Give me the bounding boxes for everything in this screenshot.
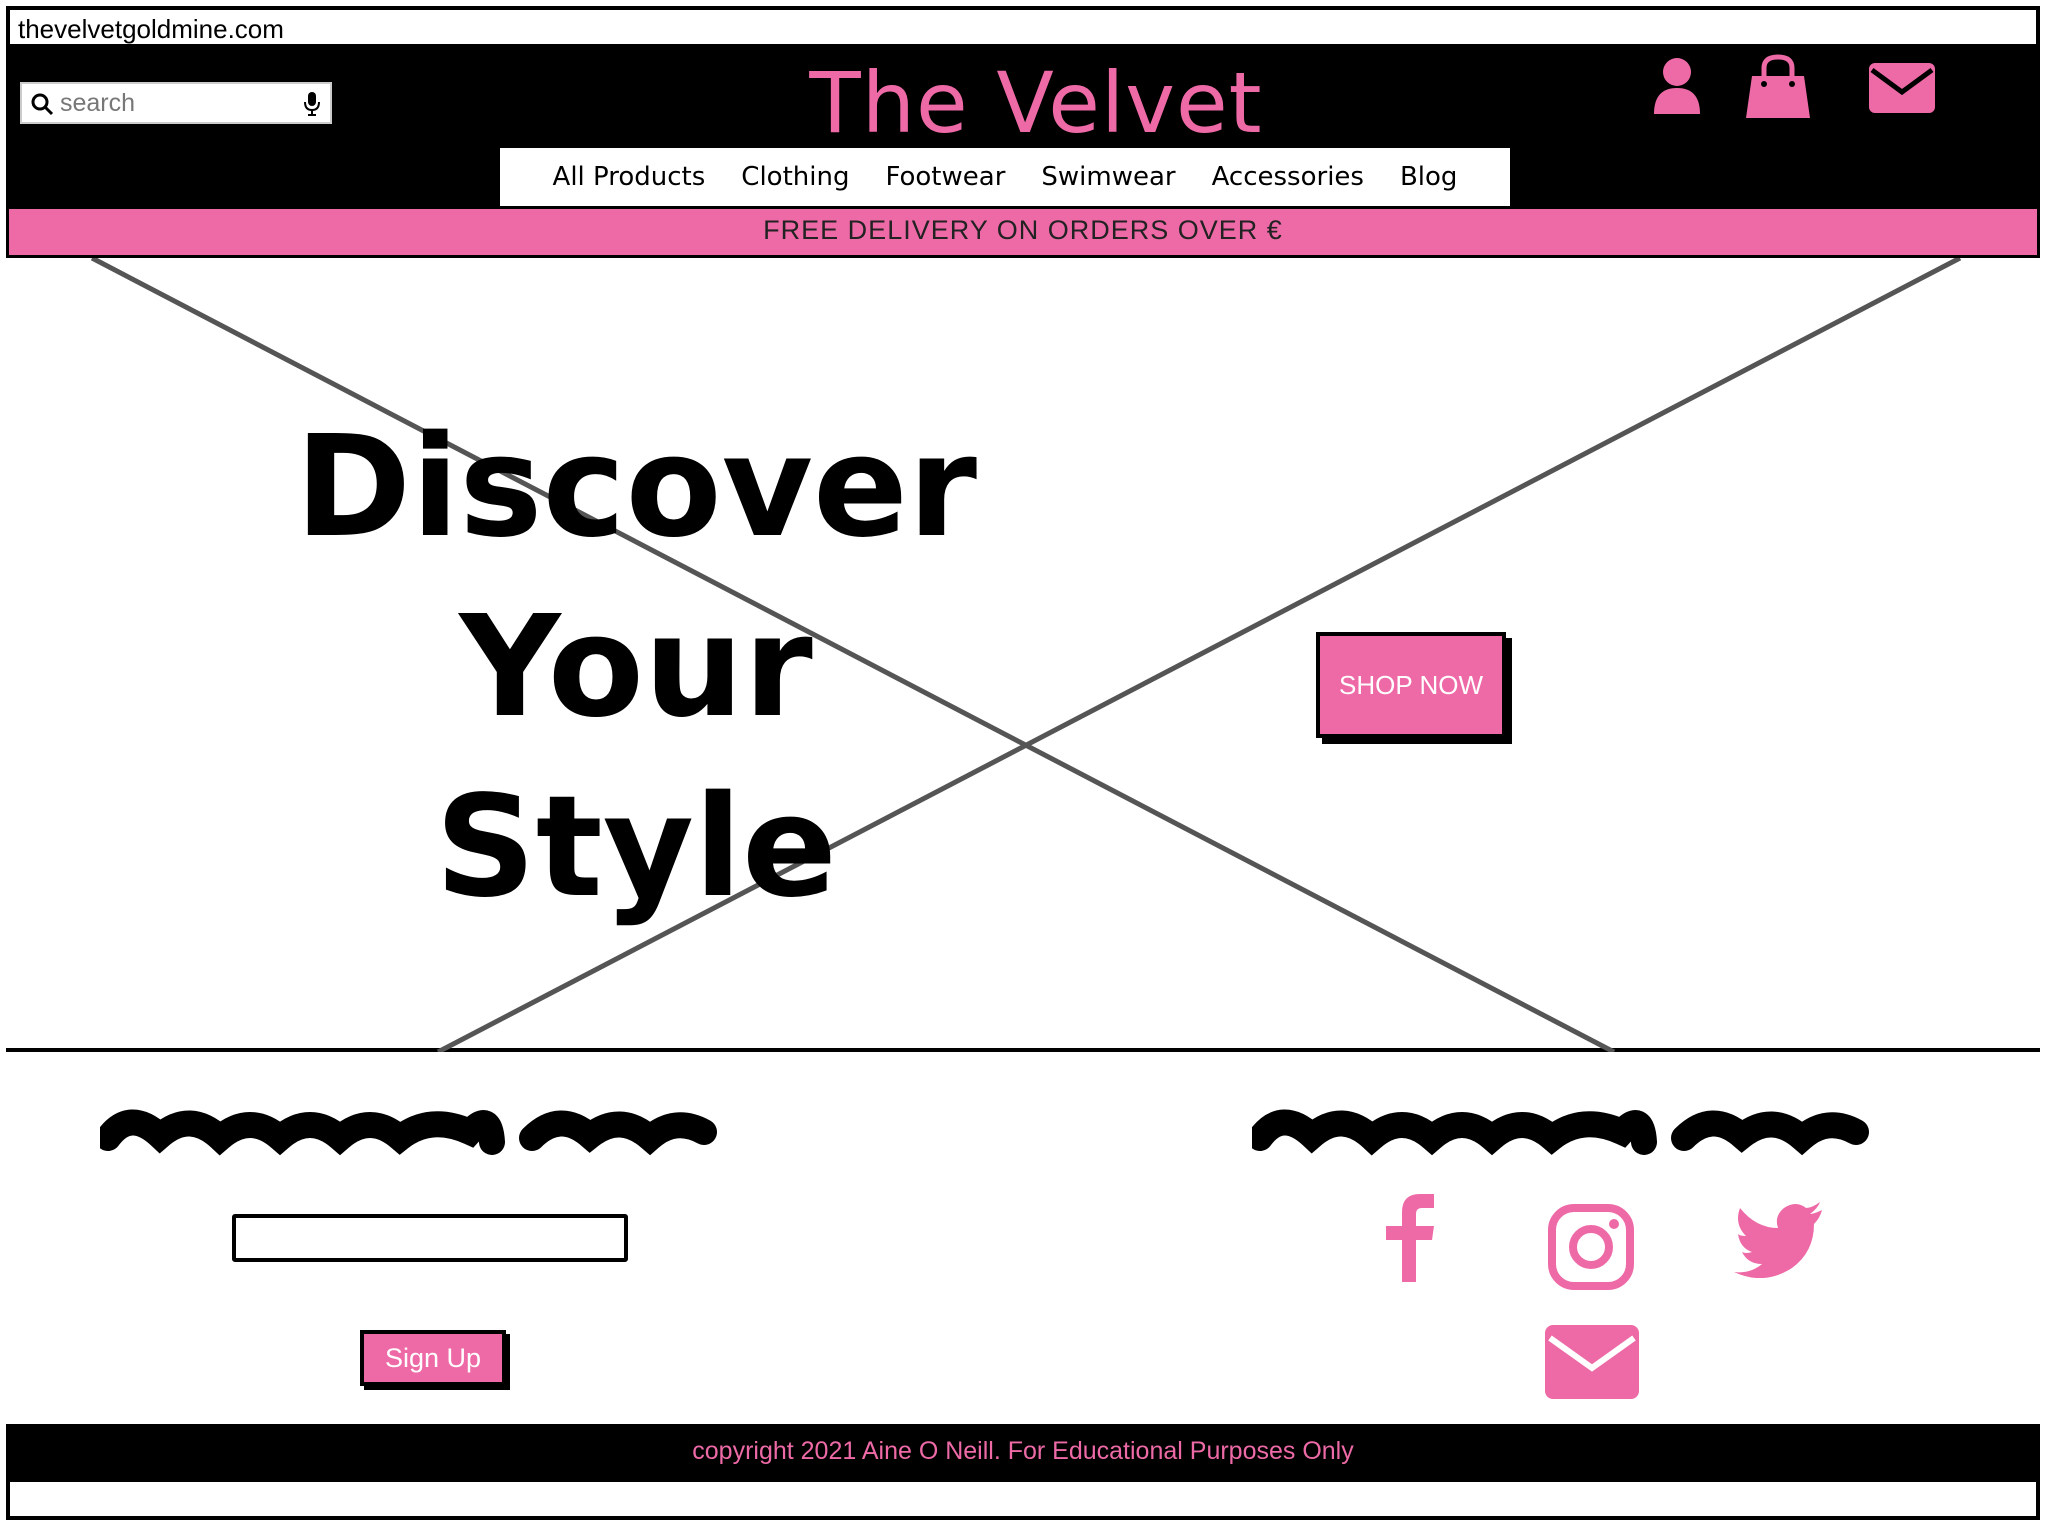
hero-headline: Discover Your Style <box>276 398 996 938</box>
promo-banner: FREE DELIVERY ON ORDERS OVER € <box>6 206 2040 258</box>
site-header: search The Velvet Goldmine All Products … <box>6 48 2040 250</box>
newsletter-email-input[interactable] <box>232 1214 628 1262</box>
shop-now-button[interactable]: SHOP NOW <box>1316 632 1506 738</box>
search-box[interactable]: search <box>20 82 332 124</box>
hero-headline-line: Your <box>459 586 813 749</box>
nav-item-blog[interactable]: Blog <box>1400 162 1457 192</box>
search-input[interactable]: search <box>60 89 135 118</box>
hero-headline-line: Discover <box>295 406 977 569</box>
nav-item-all-products[interactable]: All Products <box>553 162 706 192</box>
sign-up-button[interactable]: Sign Up <box>360 1330 506 1386</box>
address-bar[interactable]: thevelvetgoldmine.com <box>6 6 2040 48</box>
main-nav: All Products Clothing Footwear Swimwear … <box>500 148 1510 206</box>
newsletter-heading-scribble <box>100 1109 717 1156</box>
search-icon <box>31 93 54 116</box>
user-icon[interactable] <box>1652 56 1702 116</box>
envelope-icon[interactable] <box>1868 62 1936 114</box>
envelope-icon[interactable] <box>1544 1324 1640 1400</box>
shopping-bag-icon[interactable] <box>1744 54 1812 120</box>
hero-headline-line: Style <box>435 766 837 929</box>
browser-bottom-bar <box>6 1478 2040 1520</box>
facebook-icon[interactable] <box>1382 1192 1438 1284</box>
nav-item-accessories[interactable]: Accessories <box>1212 162 1364 192</box>
microphone-icon[interactable] <box>302 91 322 117</box>
copyright-text: copyright 2021 Aine O Neill. For Educati… <box>692 1437 1354 1465</box>
instagram-icon[interactable] <box>1548 1204 1634 1290</box>
twitter-icon[interactable] <box>1734 1202 1824 1278</box>
site-footer: Sign Up <box>6 1052 2040 1424</box>
hero-image-placeholder: Discover Your Style SHOP NOW <box>6 258 2040 1052</box>
nav-item-swimwear[interactable]: Swimwear <box>1041 162 1175 192</box>
social-heading-scribble <box>1252 1109 1869 1156</box>
nav-item-clothing[interactable]: Clothing <box>741 162 849 192</box>
nav-item-footwear[interactable]: Footwear <box>885 162 1005 192</box>
promo-text: FREE DELIVERY ON ORDERS OVER € <box>763 215 1283 245</box>
copyright-bar: copyright 2021 Aine O Neill. For Educati… <box>6 1424 2040 1478</box>
url-text: thevelvetgoldmine.com <box>18 14 284 44</box>
